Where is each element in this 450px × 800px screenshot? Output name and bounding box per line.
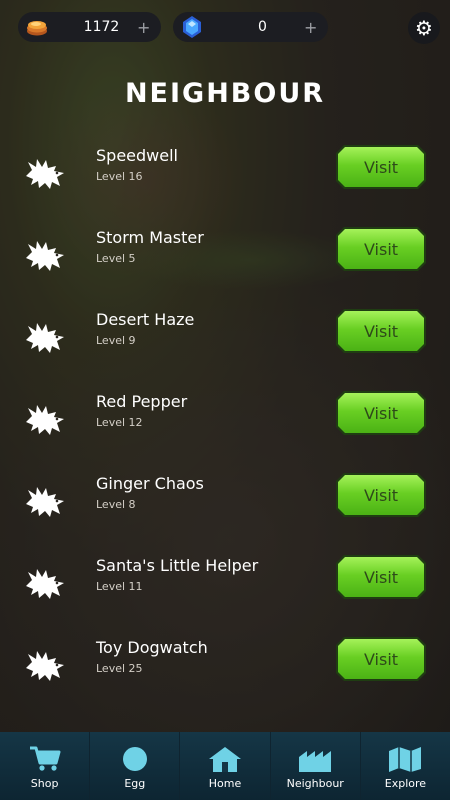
- tab-explore-label: Explore: [384, 777, 427, 790]
- neighbour-level: Level 25: [96, 662, 143, 675]
- neighbour-row: Speedwell Level 16 Visit: [0, 140, 450, 222]
- neighbour-level: Level 12: [96, 416, 143, 429]
- neighbour-name: Toy Dogwatch: [96, 638, 208, 657]
- pet-silhouette-icon: [24, 484, 66, 518]
- neighbour-level: Level 5: [96, 252, 136, 265]
- tab-shop-label: Shop: [30, 777, 59, 790]
- visit-button[interactable]: Visit: [336, 473, 426, 517]
- gems-counter[interactable]: 0 +: [173, 12, 328, 42]
- neighbour-name: Red Pepper: [96, 392, 188, 411]
- gems-value: 0: [258, 19, 267, 35]
- visit-button-label: Visit: [363, 321, 399, 341]
- home-icon: [207, 745, 243, 773]
- visit-button[interactable]: Visit: [336, 145, 426, 189]
- neighbour-level: Level 11: [96, 580, 143, 593]
- bottom-nav: Shop Egg Home Neighbour Explore: [0, 732, 450, 800]
- tab-neighbour-label: Neighbour: [286, 777, 344, 790]
- cart-icon: [27, 745, 63, 773]
- add-coins-button[interactable]: +: [137, 18, 155, 37]
- neighbour-name: Storm Master: [96, 228, 204, 247]
- neighbour-level: Level 8: [96, 498, 136, 511]
- visit-button-label: Visit: [363, 403, 399, 423]
- pet-silhouette-icon: [24, 320, 66, 354]
- neighbour-name: Ginger Chaos: [96, 474, 204, 493]
- pet-silhouette-icon: [24, 238, 66, 272]
- pet-silhouette-icon: [24, 648, 66, 682]
- gold-coins-icon: [22, 12, 52, 42]
- visit-button-label: Visit: [363, 239, 399, 259]
- visit-button-label: Visit: [363, 157, 399, 177]
- tab-home-label: Home: [208, 777, 242, 790]
- tab-shop[interactable]: Shop: [0, 732, 91, 800]
- neighbour-list: Speedwell Level 16 Visit Storm Master Level …: [0, 140, 450, 714]
- tab-home[interactable]: Home: [180, 732, 271, 800]
- map-icon: [387, 745, 423, 773]
- pet-silhouette-icon: [24, 156, 66, 190]
- neighbour-name: Speedwell: [96, 146, 178, 165]
- tab-egg[interactable]: Egg: [90, 732, 181, 800]
- visit-button[interactable]: Visit: [336, 555, 426, 599]
- coins-counter[interactable]: 1172 +: [18, 12, 161, 42]
- neighbour-row: Ginger Chaos Level 8 Visit: [0, 468, 450, 550]
- neighbour-name: Desert Haze: [96, 310, 195, 329]
- gear-icon: ⚙: [415, 16, 433, 40]
- blue-gem-icon: [177, 12, 207, 42]
- neighbour-level: Level 9: [96, 334, 136, 347]
- neighbour-row: Desert Haze Level 9 Visit: [0, 304, 450, 386]
- visit-button-label: Visit: [363, 649, 399, 669]
- settings-button[interactable]: ⚙: [408, 12, 440, 44]
- visit-button[interactable]: Visit: [336, 391, 426, 435]
- visit-button[interactable]: Visit: [336, 637, 426, 681]
- tab-egg-label: Egg: [124, 777, 146, 790]
- neighbour-name: Santa's Little Helper: [96, 556, 259, 575]
- egg-icon: [117, 745, 153, 773]
- tab-neighbour[interactable]: Neighbour: [270, 732, 361, 800]
- tab-explore[interactable]: Explore: [360, 732, 450, 800]
- pet-silhouette-icon: [24, 402, 66, 436]
- visit-button[interactable]: Visit: [336, 309, 426, 353]
- pet-silhouette-icon: [24, 566, 66, 600]
- visit-button[interactable]: Visit: [336, 227, 426, 271]
- neighbour-row: Toy Dogwatch Level 25 Visit: [0, 632, 450, 714]
- neighbour-row: Santa's Little Helper Level 11 Visit: [0, 550, 450, 632]
- visit-button-label: Visit: [363, 567, 399, 587]
- add-gems-button[interactable]: +: [304, 18, 322, 37]
- neighbour-row: Red Pepper Level 12 Visit: [0, 386, 450, 468]
- neighbour-factory-icon: [297, 745, 333, 773]
- neighbour-level: Level 16: [96, 170, 143, 183]
- visit-button-label: Visit: [363, 485, 399, 505]
- page-title: NEIGHBOUR: [124, 78, 326, 109]
- coins-value: 1172: [83, 19, 120, 35]
- top-bar: 1172 + 0 + ⚙: [18, 12, 440, 44]
- neighbour-row: Storm Master Level 5 Visit: [0, 222, 450, 304]
- game-screen: 1172 + 0 + ⚙ NEIGHBOUR Speedwell Level 16…: [0, 0, 450, 800]
